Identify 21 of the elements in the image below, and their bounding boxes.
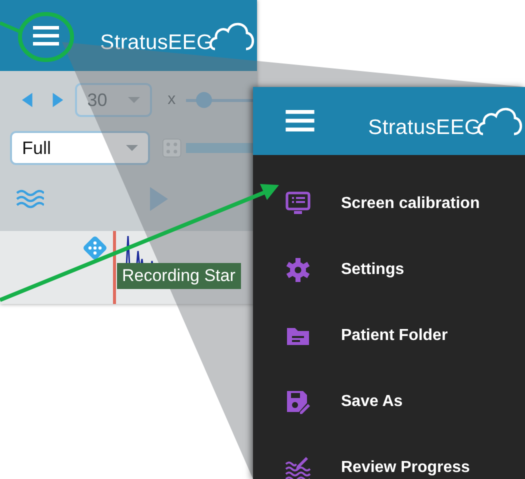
grid-icon[interactable] <box>162 137 182 159</box>
menu-item[interactable]: Settings <box>285 237 525 303</box>
settings-icon <box>285 257 311 283</box>
menu-item[interactable]: Screen calibration <box>285 171 525 237</box>
menu-item[interactable]: Patient Folder <box>285 303 525 369</box>
right-arrow-icon[interactable] <box>52 91 64 109</box>
menu-item[interactable]: Save As <box>285 369 525 435</box>
left-arrow-icon[interactable] <box>22 91 34 109</box>
event-label: Recording Star <box>117 263 242 289</box>
waves-icon[interactable] <box>16 189 44 209</box>
waves-pencil-icon <box>285 455 311 479</box>
menu-item[interactable]: Review Progress <box>285 435 525 479</box>
montage-dropdown[interactable]: Full <box>10 131 150 165</box>
logo: StratusEEG <box>100 30 213 54</box>
monitor-icon <box>285 191 311 217</box>
menu-icon[interactable] <box>33 26 59 46</box>
save-icon <box>285 389 311 415</box>
logo: StratusEEG <box>368 115 481 140</box>
play-icon[interactable] <box>150 187 168 211</box>
menu-icon[interactable] <box>285 110 315 132</box>
multiplier-label: x <box>168 91 176 109</box>
